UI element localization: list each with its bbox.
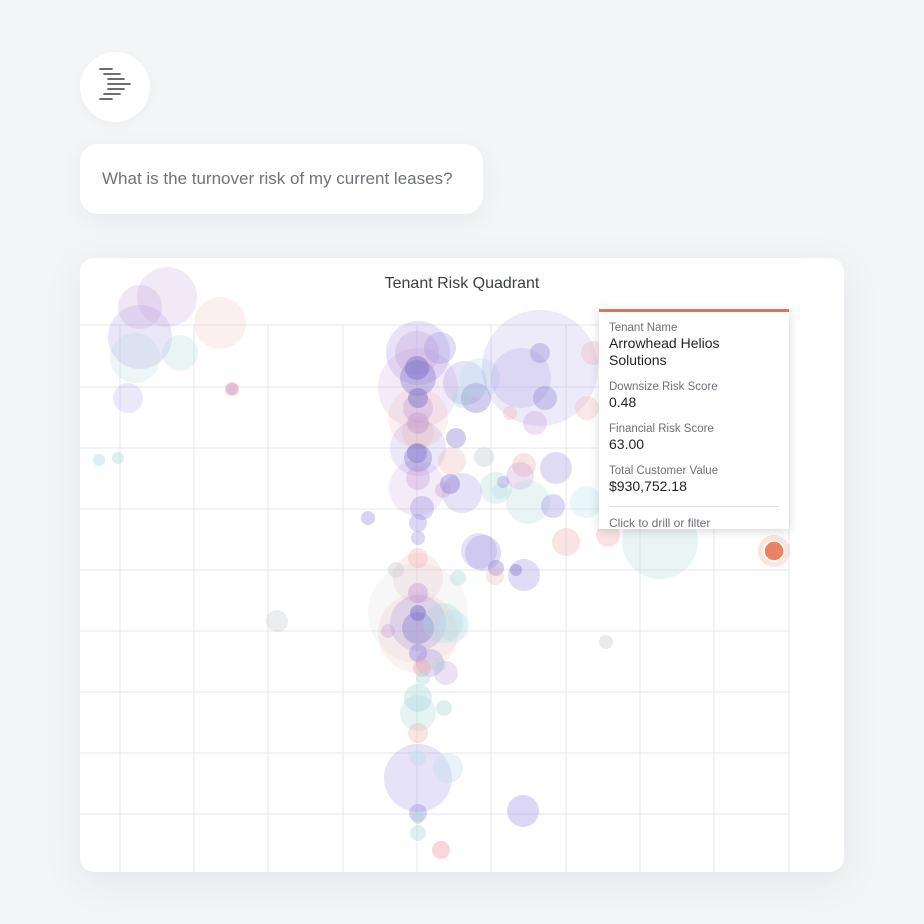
tenant-bubble[interactable] [110,333,160,383]
tooltip-financial-value: 63.00 [609,436,645,452]
tooltip-footer-hint: Click to drill or filter [609,516,711,530]
tenant-bubble[interactable] [436,700,452,716]
tenant-bubble[interactable] [226,383,238,395]
tenant-bubble[interactable] [474,447,494,467]
bars-lines-icon [99,68,131,100]
tenant-bubble[interactable] [433,753,463,783]
tenant-bubble[interactable] [432,841,450,859]
tooltip-financial-label: Financial Risk Score [609,423,714,435]
tenant-bubble[interactable] [461,533,497,569]
highlighted-tenant-bubble[interactable] [763,540,785,562]
tenant-bubble[interactable] [381,624,395,638]
tenant-bubble[interactable] [411,531,425,545]
tooltip-downsize-label: Downsize Risk Score [609,381,718,393]
tooltip-downsize-value: 0.48 [609,394,637,410]
tooltip-tenant-name-label: Tenant Name [609,322,678,334]
tenant-bubble[interactable] [510,564,522,576]
tenant-bubble[interactable] [410,825,426,841]
tenant-bubble[interactable] [452,388,472,408]
tenant-bubble[interactable] [541,494,565,518]
tenant-bubble[interactable] [112,452,124,464]
tenant-bubble[interactable] [507,795,539,827]
tenant-bubble[interactable] [523,411,547,435]
tenant-bubble[interactable] [435,482,451,498]
tenant-bubble[interactable] [361,511,375,525]
tenant-bubble[interactable] [416,671,430,685]
tooltip-divider [609,506,779,507]
tenant-bubble[interactable] [540,452,572,484]
tenant-bubble[interactable] [533,386,557,410]
tenant-bubble[interactable] [575,396,599,420]
tenant-bubble[interactable] [93,454,105,466]
tenant-tooltip[interactable]: Tenant Name Arrowhead Helios Solutions D… [599,309,789,530]
tenant-bubble[interactable] [388,562,404,578]
tenant-bubble[interactable] [412,812,424,824]
tenant-bubble[interactable] [599,635,613,649]
tenant-bubble[interactable] [446,428,466,448]
tenant-bubble[interactable] [407,443,427,463]
tenant-bubble[interactable] [438,447,466,475]
tooltip-tenant-name-value: Arrowhead Helios Solutions [609,335,720,368]
tenant-bubble[interactable] [408,723,428,743]
tenant-bubble[interactable] [162,335,198,371]
tenant-bubble[interactable] [408,583,428,603]
user-question-bubble: What is the turnover risk of my current … [80,144,483,214]
tooltip-tcv-value: $930,752.18 [609,478,687,494]
tenant-bubble[interactable] [407,412,429,434]
tenant-bubble[interactable] [424,332,456,364]
tenant-bubble[interactable] [118,285,162,329]
tenant-bubble[interactable] [437,610,469,642]
tenant-bubble[interactable] [450,570,466,586]
tenant-bubble[interactable] [405,356,429,380]
tenant-bubble[interactable] [432,658,446,672]
tenant-bubble[interactable] [570,486,602,518]
user-question-text: What is the turnover risk of my current … [102,169,453,188]
tenant-bubble[interactable] [409,514,427,532]
tenant-bubble[interactable] [497,476,509,488]
tenant-bubble[interactable] [113,383,143,413]
tenant-risk-chart-card: Tenant Risk Quadrant Tenant Name Arrowhe… [80,258,844,872]
tenant-bubble[interactable] [503,406,517,420]
tenant-bubble[interactable] [406,466,430,490]
tenant-bubble[interactable] [266,610,288,632]
tenant-bubble[interactable] [408,388,428,408]
assistant-logo [80,52,150,122]
tenant-bubble[interactable] [486,567,504,585]
tenant-bubble[interactable] [194,297,246,349]
tooltip-tcv-label: Total Customer Value [609,465,719,477]
tenant-bubble[interactable] [410,750,426,766]
tenant-bubble[interactable] [552,528,580,556]
